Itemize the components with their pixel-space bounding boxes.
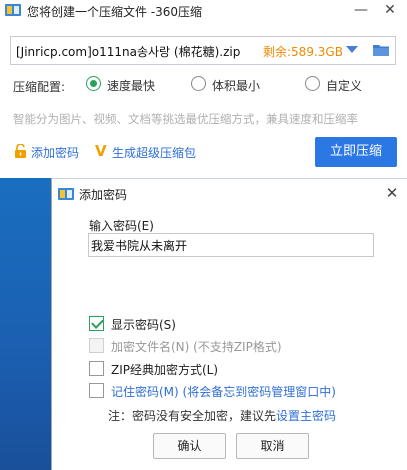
free-space-label: 剩余:589.3GB: [263, 45, 343, 59]
encrypt-filenames-label[interactable]: 加密文件名(N) (不支持ZIP格式): [111, 338, 282, 355]
zip-archive-icon: [5, 4, 21, 16]
checkbox-box[interactable]: [89, 316, 104, 331]
security-note: 注：密码没有安全加密，建议先设置主密码: [108, 407, 336, 424]
v-badge-icon: V: [95, 142, 107, 160]
output-path-field[interactable]: [Jinricp.com]o111na송사랑 (棉花糖).zip 剩余:589.…: [10, 36, 396, 65]
radio-dot[interactable]: [191, 76, 206, 91]
zip-classic-encryption-label[interactable]: ZIP经典加密方式(L): [111, 361, 218, 378]
close-button[interactable]: ✕: [380, 0, 400, 20]
dialog-title: 添加密码: [79, 188, 128, 202]
zip-archive-icon: [58, 188, 74, 200]
checkbox-box[interactable]: [89, 361, 104, 376]
super-pack-label[interactable]: 生成超级压缩包: [112, 144, 196, 161]
compress-window: 您将创建一个压缩文件 -360压缩 — ✕ [Jinricp.com]o111n…: [0, 0, 407, 178]
compress-config-label: 压缩配置:: [13, 80, 66, 94]
compress-now-button[interactable]: 立即压缩: [315, 137, 397, 167]
chevron-down-icon[interactable]: [346, 46, 358, 53]
radio-custom-label: 自定义: [326, 79, 363, 93]
add-password-label[interactable]: 添加密码: [31, 144, 79, 161]
password-input-label: 输入密码(E): [89, 219, 154, 233]
remember-password-label[interactable]: 记住密码(M) (将会备忘到密码管理窗口中): [111, 383, 336, 400]
radio-fastest-label: 速度最快: [107, 79, 156, 93]
minimize-button[interactable]: —: [351, 0, 371, 20]
radio-smallest-label: 体积最小: [212, 79, 261, 93]
password-input[interactable]: [88, 233, 374, 257]
set-master-password-link[interactable]: 设置主密码: [276, 409, 336, 423]
show-password-label[interactable]: 显示密码(S): [111, 316, 176, 333]
window-title: 您将创建一个压缩文件 -360压缩: [27, 5, 203, 19]
checkbox-box[interactable]: [89, 383, 104, 398]
output-filename[interactable]: [Jinricp.com]o111na송사랑 (棉花糖).zip: [16, 43, 240, 60]
dialog-title-bar: 添加密码 ✕: [52, 179, 407, 208]
confirm-button[interactable]: 确认: [153, 433, 226, 459]
add-password-dialog: 添加密码 ✕ 输入密码(E) 显示密码(S) 加密文件名(N) (不支持ZIP格…: [51, 178, 407, 470]
radio-dot[interactable]: [86, 76, 101, 91]
lock-open-icon: [15, 144, 26, 158]
compress-hint: 智能分为图片、视频、文档等挑选最优压缩方式，兼具速度和压缩率: [13, 112, 358, 126]
folder-icon[interactable]: [373, 43, 389, 57]
cancel-button[interactable]: 取消: [236, 433, 309, 459]
radio-dot[interactable]: [305, 76, 320, 91]
security-note-text: 注：密码没有安全加密，建议先: [108, 409, 277, 423]
dialog-close-button[interactable]: ✕: [383, 184, 401, 202]
desktop-background: [0, 178, 51, 470]
checkbox-box[interactable]: [89, 338, 104, 353]
title-bar: 您将创建一个压缩文件 -360压缩 — ✕: [0, 0, 407, 22]
